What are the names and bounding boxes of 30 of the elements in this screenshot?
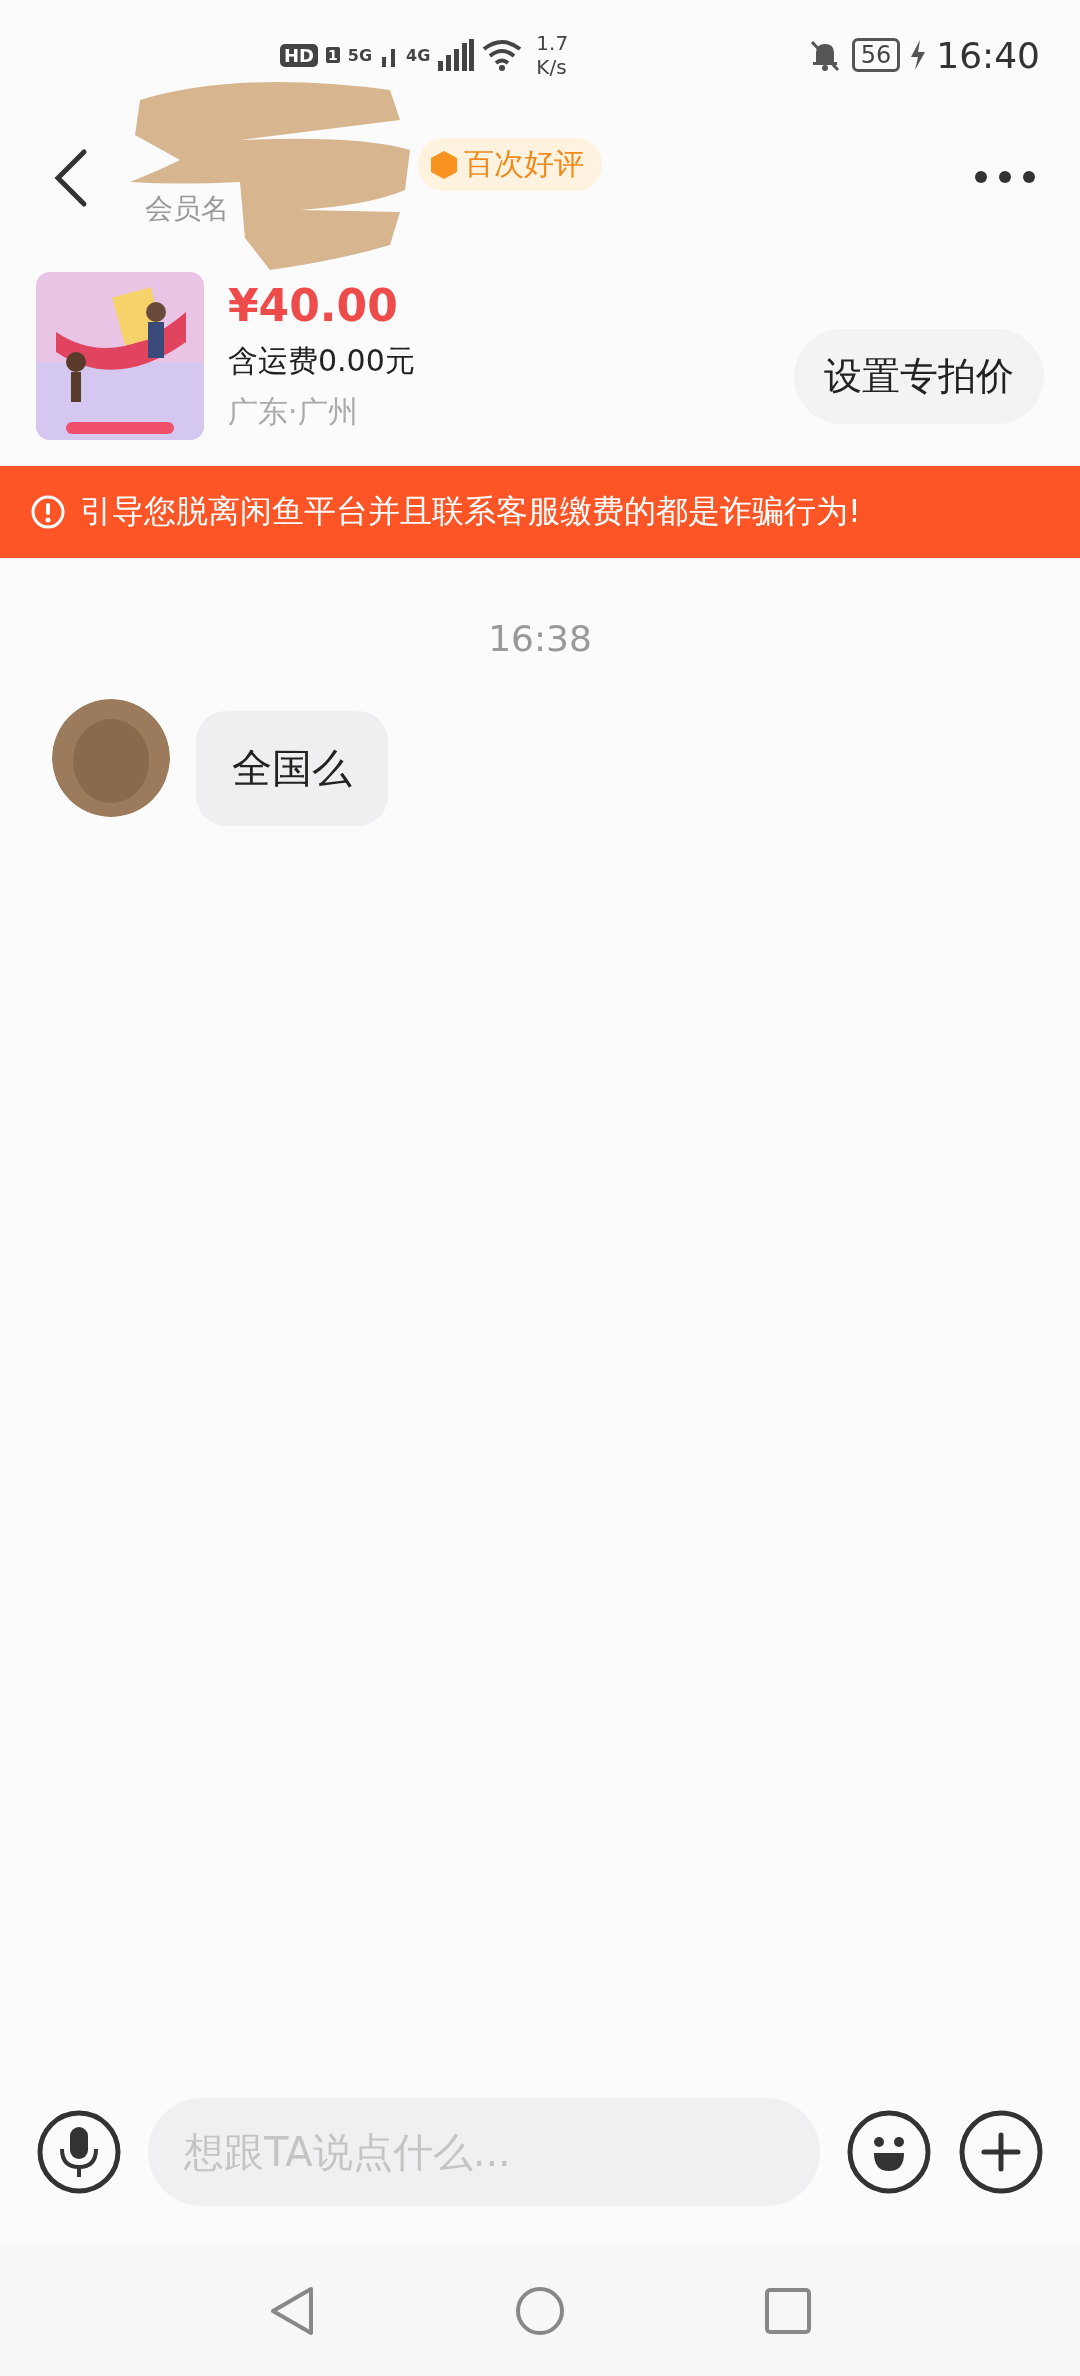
rating-badge: 百次好评 (418, 138, 602, 191)
sim-indicator: 1 (326, 47, 340, 63)
price: ¥40.00 (228, 279, 399, 331)
microphone-icon[interactable] (36, 2109, 122, 2195)
message-time: 16:38 (488, 618, 592, 659)
battery-level: 56 (851, 38, 901, 72)
charging-icon (910, 40, 927, 70)
hd-indicator: HD (280, 43, 318, 67)
add-icon[interactable] (958, 2109, 1044, 2195)
back-icon[interactable] (52, 148, 88, 208)
back-nav-icon[interactable] (269, 2285, 315, 2337)
clock-time: 16:40 (936, 34, 1040, 76)
set-price-button[interactable]: 设置专拍价 (794, 328, 1044, 424)
message-bubble: 全国么 (196, 711, 388, 826)
speed-unit: K/s (536, 55, 568, 79)
more-icon[interactable] (974, 170, 1036, 184)
speed-value: 1.7 (536, 31, 569, 55)
shipping-fee: 含运费0.00元 (228, 341, 416, 380)
member-name-label: 会员名 (145, 191, 229, 227)
signal-icon (438, 39, 475, 71)
network-label: 5G (347, 45, 373, 65)
warning-text: 引导您脱离闲鱼平台并且联系客服缴费的都是诈骗行为! (80, 491, 861, 532)
wifi-icon (482, 39, 523, 71)
network-label: 4G (406, 45, 431, 65)
location: 广东·广州 (228, 392, 359, 431)
emoji-icon[interactable] (846, 2109, 932, 2195)
avatar[interactable] (52, 699, 170, 817)
alert-icon (30, 494, 66, 530)
recents-nav-icon[interactable] (765, 2288, 811, 2334)
home-nav-icon[interactable] (515, 2286, 565, 2336)
